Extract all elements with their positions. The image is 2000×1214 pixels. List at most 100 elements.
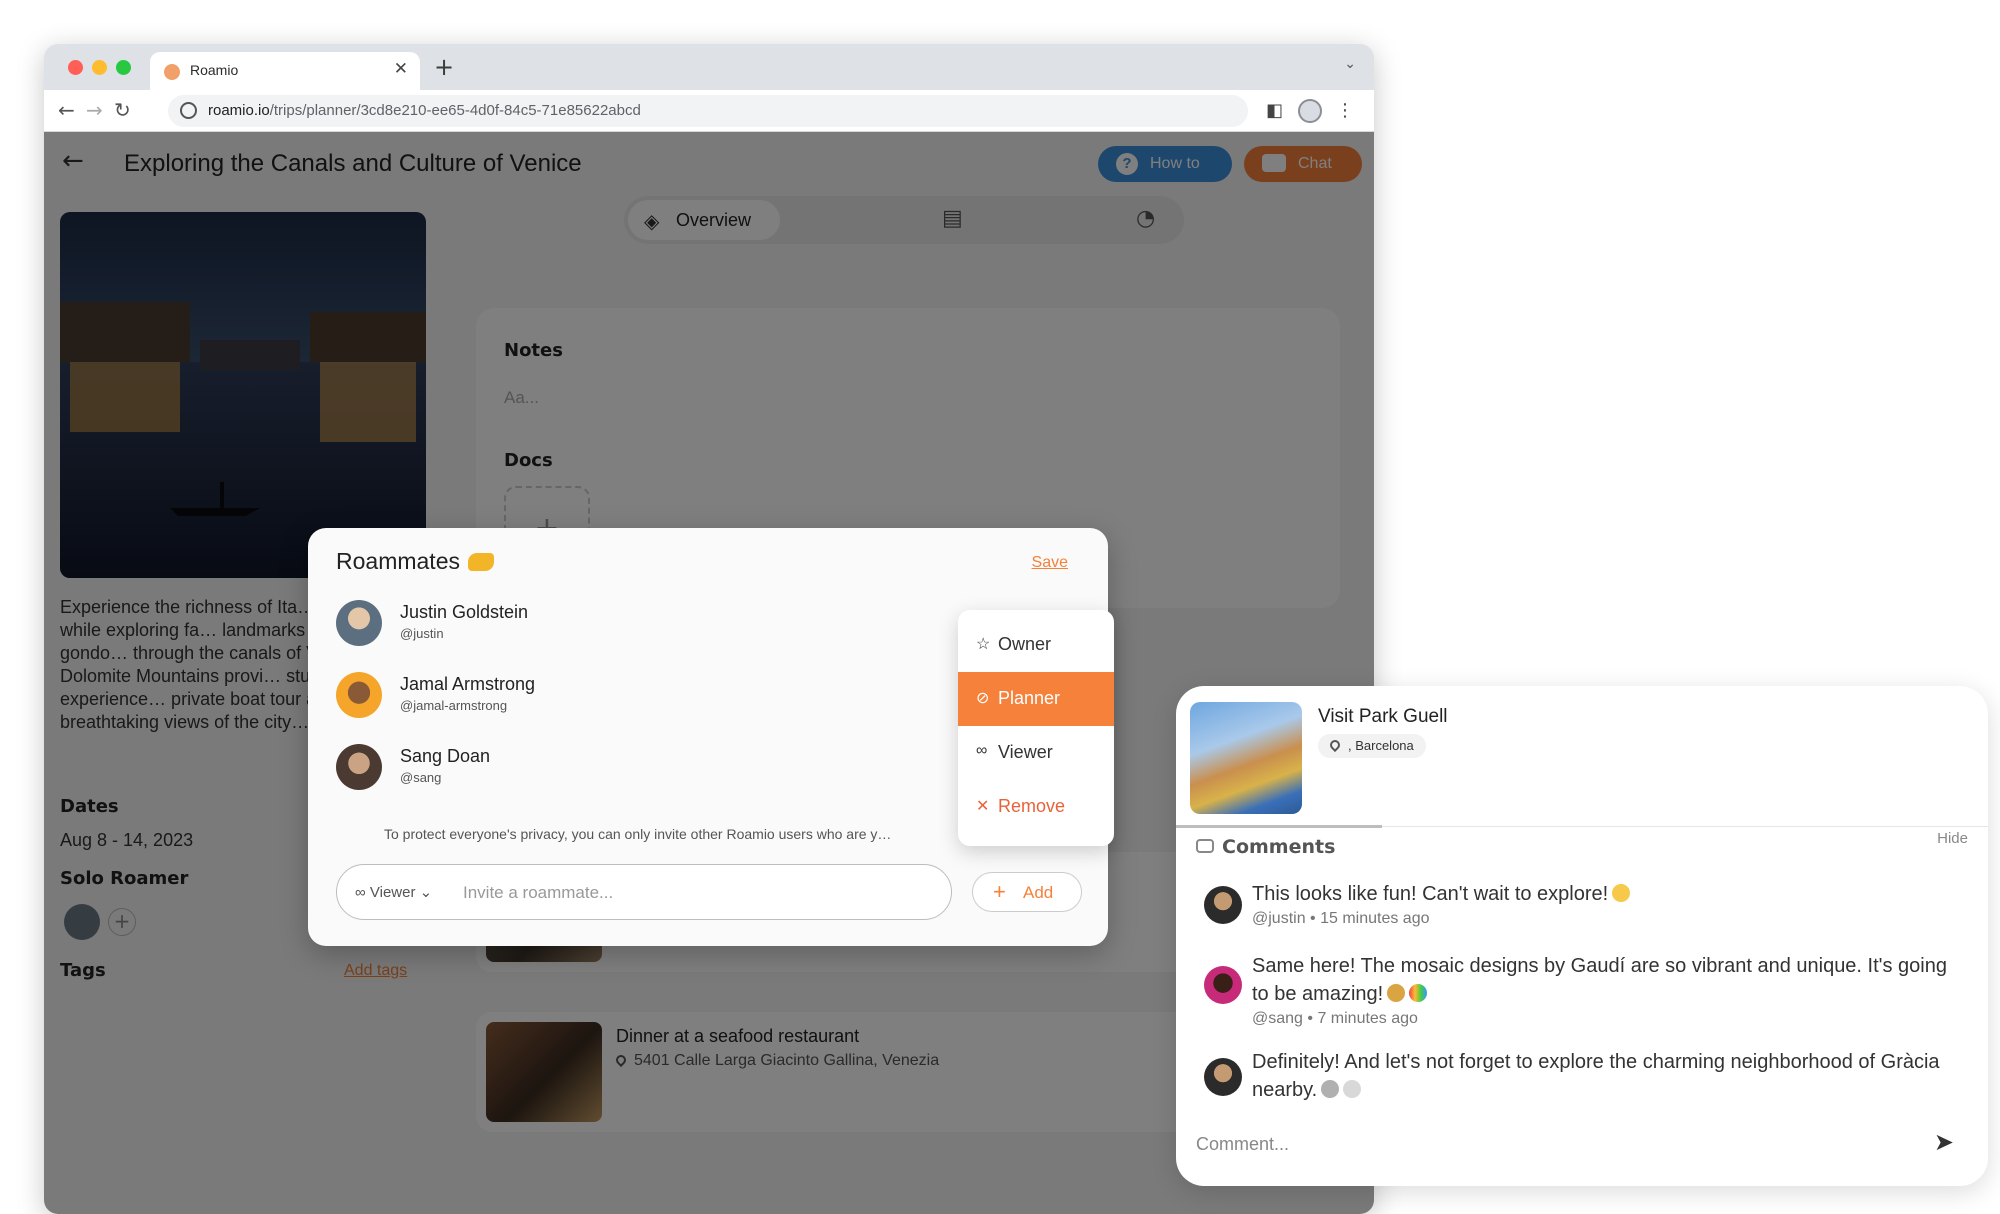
reload-icon[interactable]: ↻: [114, 98, 131, 122]
avatar[interactable]: [1204, 1058, 1242, 1096]
comment-icon: [1196, 839, 1214, 853]
handshake-icon: [467, 553, 494, 571]
notes-input[interactable]: Aa...: [504, 388, 539, 408]
glasses-icon: ∞: [976, 742, 988, 759]
roommate-name: Justin Goldstein: [400, 602, 529, 622]
back-icon[interactable]: ←: [58, 98, 75, 122]
invite-field: ∞ Viewer ⌄: [336, 864, 952, 920]
tab-close-icon[interactable]: ✕: [394, 59, 408, 79]
coffee-emoji-icon: [1343, 1080, 1362, 1098]
tab-list-icon[interactable]: ▤: [942, 206, 963, 231]
hide-comments-button[interactable]: Hide: [1937, 830, 1968, 847]
view-switcher: ◈ Overview ▤ ◔: [624, 196, 1184, 244]
dates-value[interactable]: Aug 8 - 14, 2023: [60, 830, 193, 851]
add-tags-link[interactable]: Add tags: [344, 962, 407, 980]
star-struck-emoji-icon: [1612, 884, 1631, 902]
chat-bubble-icon: [1262, 154, 1286, 172]
page-title: Exploring the Canals and Culture of Veni…: [124, 150, 582, 177]
forward-icon[interactable]: →: [86, 98, 103, 122]
add-roamer-icon[interactable]: +: [108, 908, 136, 936]
comment-item: Same here! The mosaic designs by Gaudí a…: [1204, 952, 1964, 1038]
invite-input[interactable]: [463, 879, 933, 907]
minimize-window-button[interactable]: [92, 60, 107, 75]
activity-title: Dinner at a seafood restaurant: [616, 1026, 860, 1046]
tab-overview[interactable]: ◈ Overview: [628, 200, 780, 240]
roommate-name: Jamal Armstrong: [400, 674, 536, 694]
activity-thumbnail: [486, 1022, 602, 1122]
comment-text: Same here! The mosaic designs by Gaudí a…: [1252, 955, 1947, 1005]
avatar: [336, 600, 382, 646]
comments-panel: Visit Park Guell , Barcelona Comments Hi…: [1176, 686, 1988, 1186]
side-panel-icon[interactable]: ◧: [1266, 100, 1283, 121]
tab-strip: Roamio ✕ + ⌄: [44, 44, 1374, 90]
activity-location: 5401 Calle Larga Giacinto Gallina, Venez…: [613, 1052, 939, 1070]
layers-icon: ◈: [644, 209, 660, 233]
role-dropdown: ☆ Owner ⊘ Planner ∞ Viewer ✕ Remove: [958, 610, 1114, 846]
add-button[interactable]: + Add: [972, 872, 1082, 912]
tab-overview-label: Overview: [676, 210, 752, 230]
plus-icon: +: [993, 879, 1006, 904]
profile-icon[interactable]: [1298, 99, 1322, 123]
menu-item-remove[interactable]: ✕ Remove: [958, 780, 1114, 834]
comment-item: Definitely! And let's not forget to expl…: [1204, 1048, 1964, 1108]
chat-button[interactable]: Chat: [1244, 146, 1362, 182]
comment-text: This looks like fun! Can't wait to explo…: [1252, 880, 1962, 908]
comment-item: This looks like fun! Can't wait to explo…: [1204, 880, 1964, 940]
site-info-icon[interactable]: [180, 102, 197, 119]
avatar[interactable]: [1204, 886, 1242, 924]
tab-title: Roamio: [190, 62, 239, 78]
role-select[interactable]: ∞ Viewer ⌄: [355, 883, 432, 901]
avatar: [336, 744, 382, 790]
list-item[interactable]: Jamal Armstrong @jamal-armstrong: [336, 672, 836, 722]
list-item[interactable]: Justin Goldstein @justin: [336, 600, 836, 650]
houses-emoji-icon: [1321, 1080, 1340, 1098]
new-tab-icon[interactable]: +: [434, 53, 454, 81]
address-bar[interactable]: roamio.io/trips/planner/3cd8e210-ee65-4d…: [168, 95, 1248, 127]
roommate-name: Sang Doan: [400, 746, 491, 766]
how-to-button[interactable]: ? How to: [1098, 146, 1232, 182]
question-icon: ?: [1116, 153, 1138, 175]
location-pin-icon: [1327, 737, 1343, 753]
roommate-handle: @sang: [400, 770, 442, 785]
back-arrow-icon[interactable]: ←: [62, 146, 84, 176]
menu-item-owner[interactable]: ☆ Owner: [958, 618, 1114, 672]
glasses-icon: ∞: [355, 884, 370, 901]
close-window-button[interactable]: [68, 60, 83, 75]
comment-meta: @sang • 7 minutes ago: [1252, 1010, 1418, 1027]
favicon-icon: [164, 64, 180, 80]
send-icon[interactable]: ➤: [1934, 1128, 1954, 1156]
avatar[interactable]: [1204, 966, 1242, 1004]
browser-tab[interactable]: Roamio ✕: [150, 52, 420, 90]
avatar[interactable]: [64, 904, 100, 940]
how-to-label: How to: [1150, 155, 1200, 172]
location-pin-icon: [613, 1052, 629, 1068]
activity-title: Visit Park Guell: [1318, 706, 1448, 727]
trip-hero-image: [60, 212, 426, 578]
activity-location: , Barcelona: [1318, 734, 1426, 758]
add-label: Add: [1023, 883, 1054, 902]
tab-chart-icon[interactable]: ◔: [1136, 206, 1155, 231]
chat-label: Chat: [1298, 155, 1332, 172]
menu-item-planner[interactable]: ⊘ Planner: [958, 672, 1114, 726]
comment-input[interactable]: [1196, 1126, 1896, 1162]
dates-label: Dates: [60, 796, 119, 817]
palette-emoji-icon: [1387, 984, 1406, 1002]
comments-heading: Comments: [1196, 836, 1335, 858]
menu-dots-icon[interactable]: ⋮: [1336, 100, 1354, 121]
chevron-down-icon[interactable]: ⌄: [1344, 56, 1356, 72]
star-icon: ☆: [976, 636, 991, 653]
solo-roamer-label: Solo Roamer: [60, 868, 189, 889]
menu-item-viewer[interactable]: ∞ Viewer: [958, 726, 1114, 780]
list-item[interactable]: Sang Doan @sang: [336, 744, 836, 794]
activity-thumbnail: [1190, 702, 1302, 814]
docs-label: Docs: [504, 450, 553, 471]
tags-label: Tags: [60, 960, 106, 981]
maximize-window-button[interactable]: [116, 60, 131, 75]
divider-accent: [1176, 825, 1382, 828]
rainbow-emoji-icon: [1409, 984, 1428, 1002]
roommate-handle: @justin: [400, 626, 444, 641]
save-button[interactable]: Save: [1032, 554, 1068, 572]
comment-meta: @justin • 15 minutes ago: [1252, 910, 1430, 927]
browser-toolbar: ← → ↻ roamio.io/trips/planner/3cd8e210-e…: [44, 90, 1374, 132]
notes-label: Notes: [504, 340, 563, 361]
